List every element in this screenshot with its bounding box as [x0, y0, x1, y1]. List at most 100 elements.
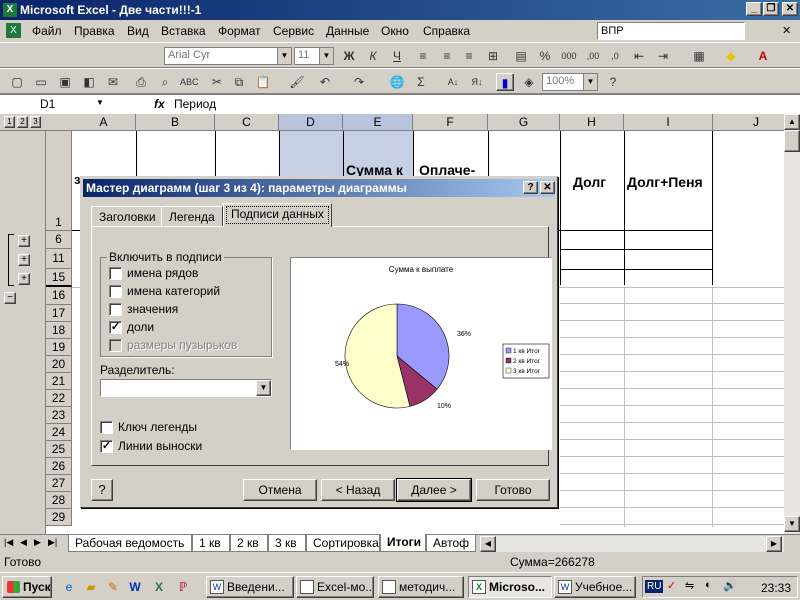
- decrease-decimal-icon[interactable]: ,0: [606, 47, 624, 65]
- row-header-24[interactable]: 24: [46, 424, 72, 441]
- legend-key-checkbox[interactable]: [100, 421, 113, 434]
- row-header-17[interactable]: 17: [46, 305, 72, 322]
- formula-input[interactable]: Период: [174, 97, 216, 111]
- minimize-button[interactable]: _: [746, 2, 762, 16]
- row-header-18[interactable]: 18: [46, 322, 72, 339]
- menu-help[interactable]: Справка: [423, 24, 470, 38]
- currency-icon[interactable]: ▤: [512, 47, 530, 65]
- expand-row-6-button[interactable]: +: [18, 235, 30, 247]
- finish-button[interactable]: Готово: [476, 479, 550, 501]
- menu-tools[interactable]: Сервис: [273, 24, 314, 38]
- name-box-dropdown[interactable]: ▼: [96, 98, 104, 107]
- print-icon[interactable]: ⎙: [132, 73, 150, 91]
- borders-icon[interactable]: ▦: [690, 47, 708, 65]
- increase-decimal-icon[interactable]: ,00: [584, 47, 602, 65]
- next-button[interactable]: Далее >: [396, 478, 472, 502]
- shield-icon[interactable]: ◐: [705, 579, 712, 591]
- sheet-tab-itogi[interactable]: Итоги: [380, 534, 426, 552]
- row-header-16[interactable]: 16: [46, 287, 72, 305]
- col-header-a[interactable]: A: [72, 114, 136, 131]
- menu-format[interactable]: Формат: [218, 24, 261, 38]
- row-header-26[interactable]: 26: [46, 458, 72, 475]
- values-checkbox[interactable]: [109, 303, 122, 316]
- access-icon[interactable]: ℙ: [174, 578, 192, 596]
- help-search-input[interactable]: ВПР: [597, 22, 745, 40]
- menu-edit[interactable]: Правка: [74, 24, 115, 38]
- menu-window[interactable]: Окно: [381, 24, 409, 38]
- excel-icon[interactable]: X: [150, 578, 168, 596]
- taskbar-excel-models[interactable]: Excel-мо...: [296, 576, 374, 598]
- chevron-down-icon[interactable]: ▼: [256, 380, 271, 396]
- outline-level-3[interactable]: 3: [30, 116, 41, 128]
- row-header-15[interactable]: 15: [46, 269, 72, 287]
- scroll-right-button[interactable]: ▶: [766, 536, 782, 552]
- increase-indent-icon[interactable]: ⇥: [654, 47, 672, 65]
- leader-lines-checkbox[interactable]: ✓: [100, 440, 113, 453]
- menu-view[interactable]: Вид: [127, 24, 149, 38]
- format-painter-icon[interactable]: 🖌: [288, 73, 306, 91]
- decrease-indent-icon[interactable]: ⇤: [630, 47, 648, 65]
- chart-wizard-icon[interactable]: ▮: [496, 73, 514, 91]
- expand-row-11-button[interactable]: +: [18, 254, 30, 266]
- close-workbook-button[interactable]: ✕: [782, 24, 791, 37]
- drawing-icon[interactable]: ◈: [520, 73, 538, 91]
- row-header-19[interactable]: 19: [46, 339, 72, 356]
- cut-icon[interactable]: ✂: [208, 73, 226, 91]
- align-left-icon[interactable]: ≡: [414, 47, 432, 65]
- align-center-icon[interactable]: ≡: [438, 47, 456, 65]
- open-icon[interactable]: ▭: [32, 73, 50, 91]
- restore-button[interactable]: ❐: [763, 2, 779, 16]
- sheet-tab-q1[interactable]: 1 кв: [192, 535, 230, 552]
- vertical-scrollbar[interactable]: ▲ ▼: [784, 114, 800, 534]
- col-header-i[interactable]: I: [624, 114, 713, 131]
- help-icon[interactable]: ?: [604, 73, 622, 91]
- antivirus-icon[interactable]: ✓: [667, 579, 676, 592]
- col-header-b[interactable]: B: [136, 114, 215, 131]
- back-button[interactable]: < Назад: [321, 479, 395, 501]
- percent-icon[interactable]: %: [536, 47, 554, 65]
- tab-legend[interactable]: Легенда: [161, 206, 223, 226]
- tab-titles[interactable]: Заголовки: [91, 206, 164, 226]
- taskbar-word-doc-1[interactable]: W Введени...: [206, 576, 294, 598]
- email-icon[interactable]: ✉: [104, 73, 122, 91]
- col-header-f[interactable]: F: [413, 114, 488, 131]
- sheet-tab-q3[interactable]: 3 кв: [268, 535, 306, 552]
- col-header-c[interactable]: C: [215, 114, 279, 131]
- spelling-icon[interactable]: ABC: [180, 73, 199, 91]
- percentage-checkbox[interactable]: ✓: [109, 321, 122, 334]
- row-header-27[interactable]: 27: [46, 475, 72, 492]
- folder-icon[interactable]: ▰: [82, 578, 100, 596]
- pen-icon[interactable]: ✎: [104, 578, 122, 596]
- language-indicator[interactable]: RU: [645, 580, 664, 593]
- horizontal-scrollbar[interactable]: ◀ ▶: [480, 536, 784, 552]
- row-header-29[interactable]: 29: [46, 509, 72, 526]
- outline-level-1[interactable]: 1: [4, 116, 15, 128]
- taskbar-word-doc-3[interactable]: W Учебное...: [554, 576, 636, 598]
- row-header-23[interactable]: 23: [46, 407, 72, 424]
- sheet-tab-sort[interactable]: Сортировка: [306, 535, 380, 552]
- redo-icon[interactable]: ↷: [350, 73, 368, 91]
- fx-icon[interactable]: fx: [154, 97, 165, 111]
- name-box[interactable]: D1: [2, 97, 110, 112]
- volume-icon[interactable]: 🔊: [723, 579, 737, 592]
- col-header-d[interactable]: D: [279, 114, 343, 131]
- row-header-22[interactable]: 22: [46, 390, 72, 407]
- taskbar-word-doc-2[interactable]: методич...: [378, 576, 464, 598]
- font-name-select[interactable]: Arial Cyr ▼: [164, 47, 292, 65]
- dialog-help-button[interactable]: ?: [523, 181, 538, 194]
- tab-first-icon[interactable]: |◀: [4, 537, 13, 548]
- hyperlink-icon[interactable]: 🌐: [388, 73, 406, 91]
- row-header-21[interactable]: 21: [46, 373, 72, 390]
- paste-icon[interactable]: 📋: [254, 73, 272, 91]
- permission-icon[interactable]: ◧: [80, 73, 98, 91]
- cancel-button[interactable]: Отмена: [243, 479, 317, 501]
- print-preview-icon[interactable]: ⌕: [156, 73, 174, 91]
- network-icon[interactable]: ⇋: [685, 579, 694, 592]
- row-header-20[interactable]: 20: [46, 356, 72, 373]
- row-header-25[interactable]: 25: [46, 441, 72, 458]
- scroll-thumb[interactable]: [784, 130, 800, 152]
- ie-icon[interactable]: e: [60, 578, 78, 596]
- expand-row-15-button[interactable]: +: [18, 273, 30, 285]
- undo-icon[interactable]: ↶: [316, 73, 334, 91]
- copy-icon[interactable]: ⧉: [230, 73, 248, 91]
